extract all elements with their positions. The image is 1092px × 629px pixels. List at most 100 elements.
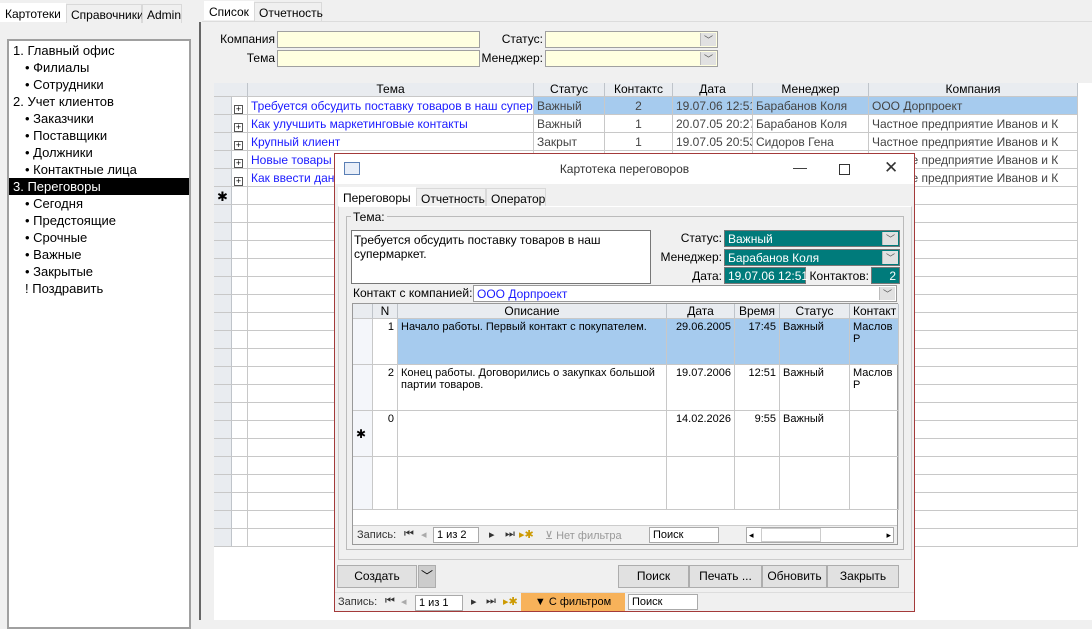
expand-icon[interactable] [232,187,248,205]
column-header[interactable]: Статус [534,83,605,97]
expand-icon[interactable]: + [232,115,248,133]
row-selector[interactable] [214,403,232,421]
subgrid-cell[interactable] [373,457,398,510]
subgrid-cell[interactable]: 29.06.2005 [667,319,735,365]
column-header[interactable]: Тема [248,83,534,97]
expand-icon[interactable] [232,439,248,457]
row-selector[interactable] [214,115,232,133]
new-record-icon[interactable]: ▸✱ [519,528,534,541]
expand-icon[interactable] [232,493,248,511]
dialog-date-field[interactable]: 19.07.06 12:51 [724,267,808,284]
chevron-down-icon[interactable]: ﹀ [882,232,898,245]
nav-item[interactable]: 1. Главный офис [9,42,189,59]
record-position-input[interactable]: 1 из 2 [433,527,479,543]
print-button[interactable]: Печать ... [689,565,762,588]
tab-otchetnost-dialog[interactable]: Отчетность [416,188,486,207]
subgrid-cell[interactable]: Важный [780,411,850,457]
subgrid-cell[interactable]: Маслов Р [850,365,899,411]
column-header[interactable]: N [373,304,398,319]
grid-cell[interactable]: ООО Дорпроект [869,97,1078,115]
refresh-button[interactable]: Обновить [762,565,827,588]
subgrid-cell[interactable]: 19.07.2006 [667,365,735,411]
subgrid-cell[interactable]: 14.02.2026 [667,411,735,457]
grid-cell[interactable]: Как улучшить маркетинговые контакты [248,115,534,133]
grid-cell[interactable]: Барабанов Коля [753,97,869,115]
row-selector[interactable] [214,367,232,385]
column-header[interactable]: Контактс [605,83,673,97]
subgrid-cell[interactable]: 2 [373,365,398,411]
topic-textarea[interactable]: Требуется обсудить поставку товаров в на… [351,230,651,284]
row-selector[interactable] [353,319,373,365]
row-selector[interactable] [214,331,232,349]
search-field[interactable]: Поиск [628,594,698,610]
prev-record-icon[interactable]: ◂ [401,595,407,608]
expand-icon[interactable] [232,529,248,547]
tab-operator[interactable]: Оператор [486,188,546,207]
subgrid-cell[interactable]: 12:51 [735,365,780,411]
column-header[interactable]: Менеджер [753,83,869,97]
row-selector[interactable] [353,365,373,411]
grid-cell[interactable]: Крупный клиент [248,133,534,151]
select-all-corner[interactable] [353,304,373,319]
next-record-icon[interactable]: ▸ [489,528,495,541]
tab-peregovory[interactable]: Переговоры [338,187,416,206]
subgrid-cell[interactable]: 0 [373,411,398,457]
nav-item[interactable]: 3. Переговоры [9,178,189,195]
subgrid-cell[interactable]: Маслов Р [850,319,899,365]
expand-icon[interactable] [232,367,248,385]
row-selector[interactable] [214,385,232,403]
expand-icon[interactable] [232,403,248,421]
chevron-down-icon[interactable]: ﹀ [879,287,895,300]
splitter[interactable] [199,22,201,620]
subgrid-cell[interactable] [735,457,780,510]
company-contact-combo[interactable]: ООО Дорпроект ﹀ [473,285,897,302]
expand-icon[interactable] [232,313,248,331]
row-selector[interactable] [214,277,232,295]
column-header[interactable]: Описание [398,304,667,319]
subgrid-cell[interactable] [850,411,899,457]
subgrid-cell[interactable]: Важный [780,319,850,365]
row-selector[interactable] [214,313,232,331]
expand-icon[interactable]: + [232,97,248,115]
column-header[interactable]: Контакт [850,304,899,319]
row-selector[interactable] [214,511,232,529]
subgrid-cell[interactable]: 1 [373,319,398,365]
first-record-icon[interactable]: ⏮ [385,595,395,608]
grid-cell[interactable]: 1 [605,133,673,151]
row-selector[interactable] [214,133,232,151]
row-selector[interactable] [214,241,232,259]
expand-icon[interactable] [232,511,248,529]
last-record-icon[interactable]: ⏭ [486,595,496,608]
grid-cell[interactable]: 2 [605,97,673,115]
row-selector[interactable]: ✱ [353,411,373,457]
row-selector[interactable] [214,223,232,241]
company-filter-input[interactable] [277,31,480,48]
expand-icon[interactable]: + [232,133,248,151]
record-position-input[interactable]: 1 из 1 [415,595,463,611]
grid-cell[interactable]: Сидоров Гена [753,133,869,151]
row-selector[interactable] [353,457,373,510]
grid-cell[interactable]: 1 [605,115,673,133]
filter-toggle[interactable]: ▼ С фильтром [521,593,625,611]
tab-otchetnost[interactable]: Отчетность [254,2,323,21]
scroll-right-icon[interactable]: ▸ [886,528,891,542]
expand-icon[interactable] [232,205,248,223]
tab-spisok[interactable]: Список [204,1,254,20]
tab-spravochniki[interactable]: Справочники [66,4,144,23]
prev-record-icon[interactable]: ◂ [421,528,427,541]
dialog-manager-combo[interactable]: Барабанов Коля ﹀ [724,249,900,266]
column-header[interactable]: Дата [673,83,753,97]
expand-icon[interactable] [232,277,248,295]
row-selector[interactable]: ✱ [214,187,232,205]
subgrid-cell[interactable]: 9:55 [735,411,780,457]
subgrid-cell[interactable] [398,457,667,510]
next-record-icon[interactable]: ▸ [471,595,477,608]
scroll-thumb[interactable] [761,528,821,542]
grid-cell[interactable]: Важный [534,97,605,115]
subgrid-cell[interactable] [850,457,899,510]
chevron-down-icon[interactable]: ﹀ [882,251,898,264]
nav-item[interactable]: • Должники [9,144,189,161]
expand-icon[interactable] [232,457,248,475]
first-record-icon[interactable]: ⏮ [404,528,414,541]
subgrid-cell[interactable]: Конец работы. Договорились о закупках бо… [398,365,667,411]
